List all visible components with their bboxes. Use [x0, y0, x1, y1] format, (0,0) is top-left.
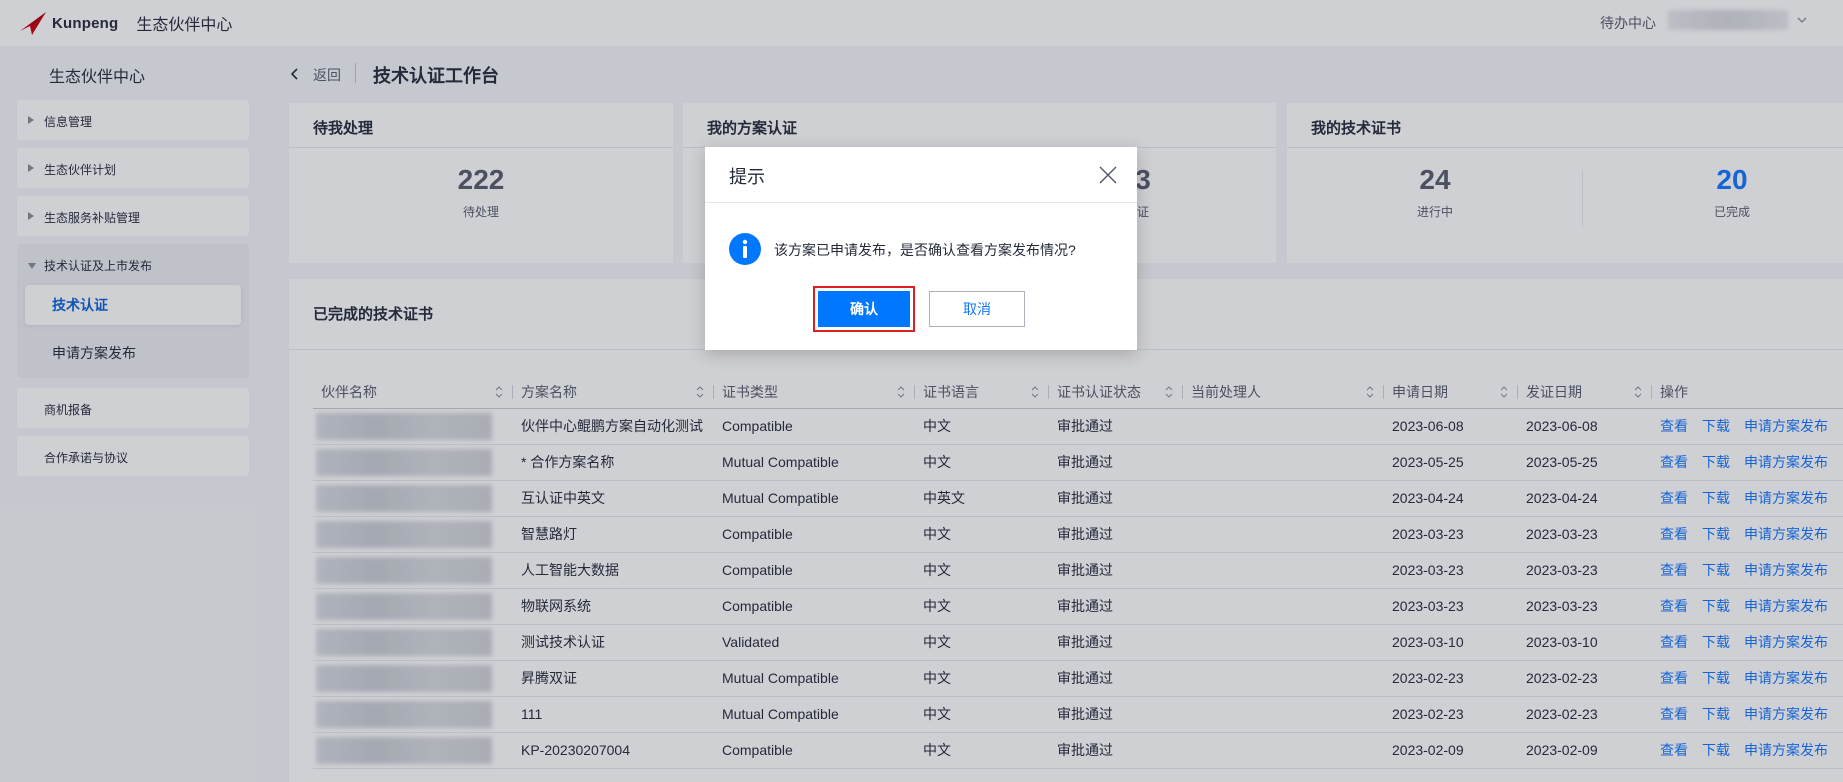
- dialog-title: 提示: [729, 167, 765, 187]
- modal-backdrop[interactable]: [0, 0, 1843, 782]
- dialog-message: 该方案已申请发布，是否确认查看方案发布情况?: [774, 242, 1076, 258]
- confirm-dialog: 提示 该方案已申请发布，是否确认查看方案发布情况? 确认 取消: [705, 147, 1137, 350]
- close-icon[interactable]: [1098, 165, 1118, 185]
- cancel-button[interactable]: 取消: [929, 291, 1025, 327]
- info-icon: [729, 233, 761, 265]
- confirm-button[interactable]: 确认: [813, 286, 915, 332]
